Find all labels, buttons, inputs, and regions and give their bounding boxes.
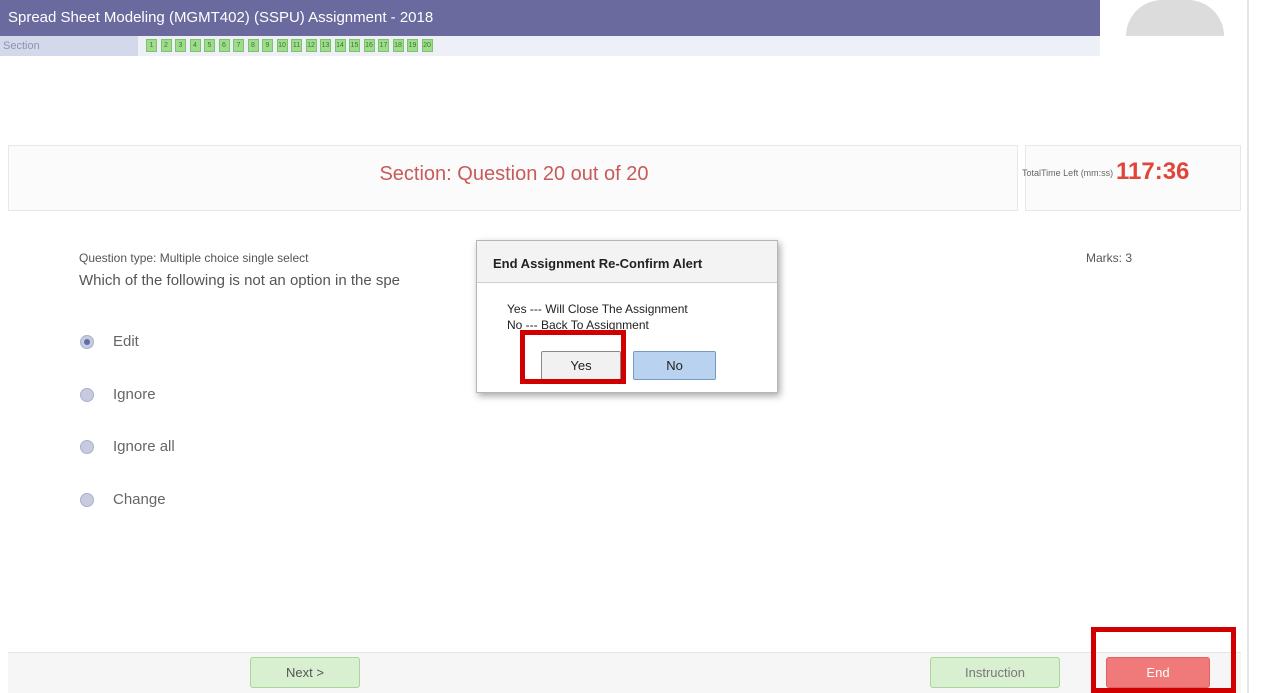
dialog-yes-button[interactable]: Yes [541, 351, 621, 380]
question-jump-5[interactable]: 5 [204, 39, 215, 52]
question-jump-1[interactable]: 1 [146, 39, 157, 52]
question-counter: Section: Question 20 out of 20 [379, 163, 649, 185]
dialog-no-description: No --- Back To Assignment [507, 318, 649, 332]
timer-value: 117:36 [1116, 158, 1190, 185]
next-button[interactable]: Next > [250, 657, 360, 688]
timer-label: TotalTime Left (mm:ss) [1022, 168, 1114, 178]
option-ignore[interactable]: Ignore [80, 386, 156, 403]
section-navigation: Section 1 2 3 4 5 6 7 8 9 10 11 12 13 14… [0, 36, 1100, 56]
question-jump-12[interactable]: 12 [305, 39, 317, 52]
question-jump-17[interactable]: 17 [378, 39, 389, 52]
question-jump-10[interactable]: 10 [276, 39, 288, 52]
radio-selected-icon[interactable] [80, 334, 94, 349]
instruction-button[interactable]: Instruction [930, 657, 1060, 688]
question-jump-2[interactable]: 2 [160, 39, 172, 52]
question-text: Which of the following is not an option … [79, 272, 401, 289]
question-marks: Marks: 3 [1086, 251, 1133, 265]
option-edit[interactable]: Edit [80, 333, 139, 350]
radio-icon[interactable] [80, 439, 94, 454]
radio-icon[interactable] [80, 492, 94, 507]
option-label: Change [113, 491, 166, 508]
question-jump-16[interactable]: 16 [363, 39, 375, 52]
radio-icon[interactable] [80, 387, 94, 402]
question-jump-list: 1 2 3 4 5 6 7 8 9 10 11 12 13 14 15 16 1… [146, 39, 433, 52]
dialog-title: End Assignment Re-Confirm Alert [477, 241, 777, 283]
option-label: Ignore [113, 386, 156, 403]
question-type: Question type: Multiple choice single se… [79, 251, 309, 265]
option-change[interactable]: Change [80, 491, 166, 508]
dialog-no-button[interactable]: No [633, 351, 716, 380]
question-jump-19[interactable]: 19 [407, 39, 418, 52]
question-jump-18[interactable]: 18 [392, 39, 404, 52]
option-label: Ignore all [113, 438, 175, 455]
question-jump-6[interactable]: 6 [218, 39, 230, 52]
question-jump-15[interactable]: 15 [349, 39, 360, 52]
end-button[interactable]: End [1106, 657, 1210, 688]
question-jump-7[interactable]: 7 [233, 39, 244, 52]
question-jump-9[interactable]: 9 [262, 39, 273, 52]
assignment-title: Spread Sheet Modeling (MGMT402) (SSPU) A… [8, 9, 434, 26]
section-label: Section [0, 36, 138, 56]
question-status-panel: Section: Question 20 out of 20 [8, 145, 1018, 211]
question-jump-14[interactable]: 14 [334, 39, 346, 52]
question-jump-8[interactable]: 8 [247, 39, 259, 52]
option-ignore-all[interactable]: Ignore all [80, 438, 175, 455]
option-label: Edit [113, 333, 139, 350]
timer-panel: TotalTime Left (mm:ss) 117:36 [1022, 145, 1241, 211]
dialog-yes-description: Yes --- Will Close The Assignment [507, 302, 688, 316]
right-divider [1247, 0, 1249, 693]
question-jump-3[interactable]: 3 [175, 39, 186, 52]
assignment-title-bar: Spread Sheet Modeling (MGMT402) (SSPU) A… [0, 0, 1100, 36]
end-confirm-dialog: End Assignment Re-Confirm Alert Yes --- … [476, 240, 778, 393]
avatar [1126, 0, 1224, 36]
question-jump-4[interactable]: 4 [189, 39, 201, 52]
question-jump-11[interactable]: 11 [291, 39, 302, 52]
question-jump-20[interactable]: 20 [421, 39, 433, 52]
question-jump-13[interactable]: 13 [320, 39, 331, 52]
